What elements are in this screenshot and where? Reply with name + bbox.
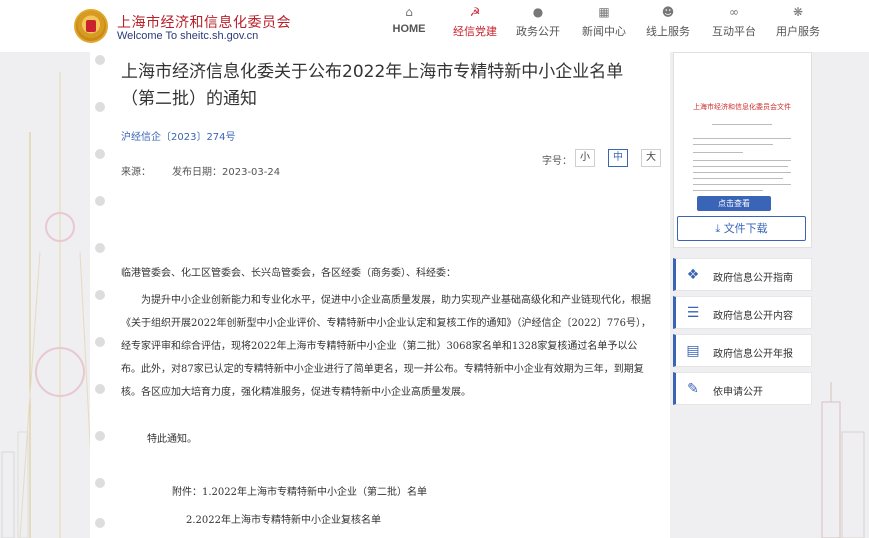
document-thumbnail[interactable]: 上海市经济和信息化委员会文件 [687, 94, 797, 212]
sidebar-link-info-content[interactable]: ☰ 政府信息公开内容 [673, 296, 812, 329]
list-icon: ☰ [686, 305, 700, 321]
article-title: 上海市经济信息化委关于公布2022年上海市专精特新中小企业名单（第二批）的通知 [121, 62, 624, 109]
apply-form-icon: ✎ [687, 381, 699, 397]
download-icon: ⤓ [715, 222, 721, 235]
sidebar-link-label: 依申请公开 [713, 387, 763, 398]
font-size-small-button[interactable]: 小 [575, 149, 595, 167]
timeline-dot [95, 243, 105, 253]
document-number: 沪经信企〔2023〕274号 [121, 132, 236, 143]
compass-icon: ❖ [686, 267, 700, 283]
timeline-dot [95, 431, 105, 441]
site-header: 上海市经济和信息化委员会 Welcome To sheitc.sh.gov.cn… [0, 0, 869, 52]
file-download-button[interactable]: ⤓ 文件下载 [677, 216, 806, 241]
nav-item-news[interactable]: ▦ 新闻中心 [569, 4, 639, 39]
sidebar-link-info-guide[interactable]: ❖ 政府信息公开指南 [673, 258, 812, 291]
sidebar-link-label: 政府信息公开年报 [713, 349, 793, 360]
timeline-dot [95, 518, 105, 528]
main-paragraph: 为提升中小企业创新能力和专业化水平，促进中小企业高质量发展，助力实现产业基础高级… [121, 295, 651, 398]
sidebar-link-apply-disclosure[interactable]: ✎ 依申请公开 [673, 372, 812, 405]
user-service-icon: ☻ [661, 5, 675, 19]
timeline-dot [95, 384, 105, 394]
nav-item-interaction[interactable]: ∞ 互动平台 [699, 4, 769, 39]
government-emblem-icon[interactable] [74, 9, 108, 43]
closing-notice: 特此通知。 [147, 434, 197, 445]
timeline-dot [95, 337, 105, 347]
font-size-large-button[interactable]: 大 [641, 149, 661, 167]
nav-item-user-service[interactable]: ❋ 用户服务 [763, 4, 833, 39]
doc-text-line [693, 160, 791, 161]
nav-label: 经信党建 [453, 25, 497, 38]
font-size-medium-button[interactable]: 中 [608, 149, 628, 167]
doc-text-line [712, 124, 772, 125]
doc-preview-title: 上海市经济和信息化委员会文件 [693, 103, 791, 111]
font-size-label: 字号： [542, 156, 572, 167]
doc-text-line [693, 152, 743, 153]
report-icon: ▤ [686, 343, 700, 359]
timeline-dot [95, 55, 105, 65]
attachment-link-1[interactable]: 附件：1.2022年上海市专精特新中小企业（第二批）名单 [172, 481, 702, 504]
sidebar-link-label: 政府信息公开指南 [713, 273, 793, 284]
timeline-dot [95, 149, 105, 159]
doc-text-line [693, 138, 791, 139]
party-emblem-icon: ☭ [469, 5, 481, 19]
nav-label: 新闻中心 [582, 25, 626, 38]
timeline-dot [95, 478, 105, 488]
chat-icon: ● [532, 5, 544, 19]
view-document-button[interactable]: 点击查看 [697, 196, 771, 211]
doc-text-line [693, 166, 788, 167]
doc-text-line [693, 172, 791, 173]
timeline-dot [95, 290, 105, 300]
source-label: 来源： [121, 167, 151, 178]
nav-item-online-service[interactable]: ☻ 线上服务 [633, 4, 703, 39]
doc-text-line [693, 144, 773, 145]
doc-text-line [693, 178, 783, 179]
sidebar-link-label: 政府信息公开内容 [713, 311, 793, 322]
doc-text-line [693, 184, 791, 185]
download-label: 文件下载 [723, 222, 768, 235]
nav-label: 线上服务 [646, 25, 690, 38]
nav-item-party[interactable]: ☭ 经信党建 [440, 4, 510, 39]
sidebar-link-annual-report[interactable]: ▤ 政府信息公开年报 [673, 334, 812, 367]
site-subtitle[interactable]: Welcome To sheitc.sh.gov.cn [117, 30, 258, 42]
nav-label: 互动平台 [712, 25, 756, 38]
timeline-dot [95, 102, 105, 112]
news-icon: ▦ [598, 5, 610, 19]
addressees: 临港管委会、化工区管委会、长兴岛管委会，各区经委（商务委）、科经委： [121, 268, 456, 279]
nav-label: HOME [392, 23, 426, 35]
attachment-link-2[interactable]: 2.2022年上海市专精特新中小企业复核名单 [186, 509, 716, 532]
nav-label: 政务公开 [516, 25, 560, 38]
nav-item-gov-affairs[interactable]: ● 政务公开 [503, 4, 573, 39]
nav-label: 用户服务 [776, 25, 820, 38]
nav-item-home[interactable]: ⌂ HOME [374, 4, 444, 35]
gear-icon: ❋ [792, 5, 804, 19]
timeline-dot [95, 196, 105, 206]
publish-date: 发布日期：2023-03-24 [172, 167, 281, 178]
interaction-icon: ∞ [729, 5, 739, 19]
skyline-illustration [821, 382, 865, 538]
doc-text-line [693, 190, 763, 191]
home-icon: ⌂ [405, 5, 413, 19]
site-title[interactable]: 上海市经济和信息化委员会 [117, 12, 291, 32]
oriental-pearl-tower-illustration [1, 72, 95, 538]
